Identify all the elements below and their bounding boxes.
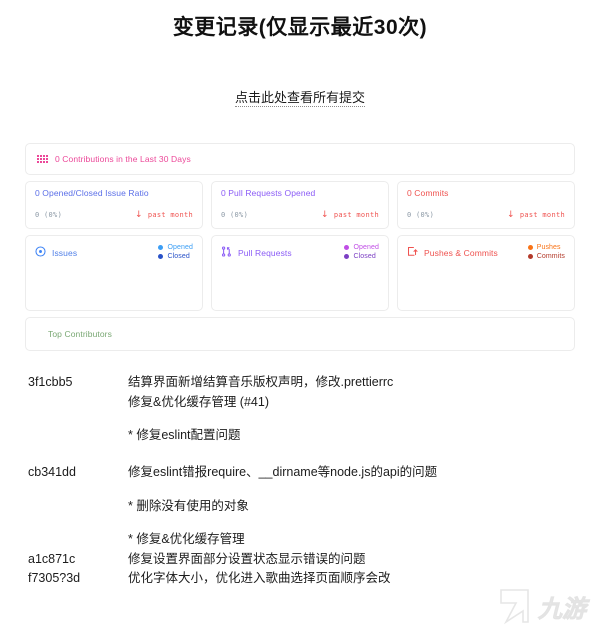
commit-message-line: 修复&优化缓存管理 (#41) xyxy=(128,394,269,409)
chart-card-issues[interactable]: Issues Opened Closed xyxy=(25,235,203,312)
legend-item: Commits xyxy=(527,253,565,261)
commit-message: 优化字体大小，优化进入歌曲选择页面顺序会改 xyxy=(128,569,600,588)
legend-dot-icon xyxy=(344,254,350,260)
chart-card-pull-requests[interactable]: Pull Requests Opened Closed xyxy=(211,235,389,312)
chart-card-row: Issues Opened Closed Pull Requests Opene… xyxy=(25,235,575,312)
chart-header: Pull Requests xyxy=(221,244,292,262)
commit-message: 结算界面新增结算音乐版权声明，修改.prettierrc 修复&优化缓存管理 (… xyxy=(128,373,600,412)
commit-message-line: 结算界面新增结算音乐版权声明，修改.prettierrc xyxy=(128,375,394,390)
stat-delta: 0 (0%) xyxy=(35,211,63,220)
commit-row[interactable]: a1c871c 修复设置界面部分设置状态显示错误的问题 xyxy=(28,550,600,569)
stat-trend-label: past month xyxy=(333,211,379,220)
commit-message: 修复eslint错报require、__dirname等node.js的api的… xyxy=(128,463,600,482)
stat-trend-label: past month xyxy=(147,211,193,220)
commit-message-line: 修复eslint错报require、__dirname等node.js的api的… xyxy=(128,465,438,480)
watermark-jiuyou-logo: 九游 xyxy=(492,581,596,631)
commit-subline: * 修复&优化缓存管理 xyxy=(128,532,245,547)
stat-trend-label: past month xyxy=(519,211,565,220)
legend-item: Pushes xyxy=(527,244,565,252)
stat-trend: ↓ past month xyxy=(507,209,565,220)
stat-footer: 0 (0%) ↓ past month xyxy=(35,209,193,220)
stat-card-issue-ratio[interactable]: 0 Opened/Closed Issue Ratio 0 (0%) ↓ pas… xyxy=(25,181,203,230)
stat-footer: 0 (0%) ↓ past month xyxy=(407,209,565,220)
commit-hash[interactable]: f7305?3d xyxy=(28,569,128,588)
commit-log: 3f1cbb5 结算界面新增结算音乐版权声明，修改.prettierrc 修复&… xyxy=(0,373,600,588)
legend-label: Pushes xyxy=(536,244,561,252)
commit-hash[interactable]: a1c871c xyxy=(28,550,128,569)
chart-title: Issues xyxy=(52,248,78,259)
commit-subline: * 删除没有使用的对象 xyxy=(128,498,249,513)
legend-item: Closed xyxy=(158,253,193,260)
git-pull-request-icon xyxy=(221,244,232,262)
stat-delta: 0 (0%) xyxy=(407,211,435,220)
chart-card-pushes-commits[interactable]: Pushes & Commits Pushes Commits xyxy=(397,235,575,312)
view-all-commits-link[interactable]: 点击此处查看所有提交 xyxy=(234,90,365,108)
commit-hash[interactable]: cb341dd xyxy=(28,463,128,482)
commit-hash[interactable]: 3f1cbb5 xyxy=(28,373,128,392)
legend-label: Commits xyxy=(536,253,565,261)
stat-card-commits[interactable]: 0 Commits 0 (0%) ↓ past month xyxy=(397,181,575,230)
top-contributors-label: Top Contributors xyxy=(48,329,112,340)
stat-title: 0 Pull Requests Opened xyxy=(221,188,316,199)
legend-label: Opened xyxy=(167,244,193,252)
stat-title: 0 Opened/Closed Issue Ratio xyxy=(35,188,149,199)
chart-title: Pushes & Commits xyxy=(424,248,498,259)
trend-down-icon: ↓ xyxy=(321,209,329,220)
legend-dot-icon xyxy=(158,245,164,251)
legend-dot-icon xyxy=(344,245,350,251)
legend-label: Closed xyxy=(353,253,376,261)
legend-item: Opened xyxy=(158,244,193,251)
grid-icon xyxy=(37,154,48,164)
contributions-card: 0 Contributions in the Last 30 Days xyxy=(25,143,575,176)
stat-footer: 0 (0%) ↓ past month xyxy=(221,209,379,220)
trend-down-icon: ↓ xyxy=(507,209,515,220)
issue-opened-icon xyxy=(35,244,46,262)
stat-delta: 0 (0%) xyxy=(221,211,249,220)
contributions-label: 0 Contributions in the Last 30 Days xyxy=(55,154,191,165)
chart-legend: Opened Closed xyxy=(344,244,379,260)
all-commits-link-wrap: 点击此处查看所有提交 xyxy=(0,87,600,108)
legend-label: Opened xyxy=(353,244,379,252)
page-title: 变更记录(仅显示最近30次) xyxy=(172,16,428,39)
stat-card-row: 0 Opened/Closed Issue Ratio 0 (0%) ↓ pas… xyxy=(25,181,575,230)
commit-message-line: 优化字体大小，优化进入歌曲选择页面顺序会改 xyxy=(128,570,391,585)
chart-header: Issues xyxy=(35,244,77,262)
commit-row[interactable]: cb341dd 修复eslint错报require、__dirname等node… xyxy=(28,463,600,482)
repo-push-icon xyxy=(407,244,418,262)
top-contributors-card[interactable]: Top Contributors xyxy=(25,317,575,352)
commit-row[interactable]: 3f1cbb5 结算界面新增结算音乐版权声明，修改.prettierrc 修复&… xyxy=(28,373,600,412)
stat-title: 0 Commits xyxy=(407,188,449,199)
stat-trend: ↓ past month xyxy=(321,209,379,220)
legend-dot-icon xyxy=(158,254,164,260)
chart-header: Pushes & Commits xyxy=(407,244,498,262)
commit-message: 修复设置界面部分设置状态显示错误的问题 xyxy=(128,550,600,569)
legend-dot-icon xyxy=(527,245,533,251)
chart-legend: Pushes Commits xyxy=(527,244,565,261)
legend-item: Closed xyxy=(344,253,379,260)
metrics-panel: 0 Contributions in the Last 30 Days 0 Op… xyxy=(25,143,575,352)
svg-text:九游: 九游 xyxy=(537,596,590,623)
legend-dot-icon xyxy=(527,254,533,260)
legend-label: Closed xyxy=(167,253,190,261)
chart-legend: Opened Closed xyxy=(158,244,193,260)
commit-subline: * 修复eslint配置问题 xyxy=(128,428,241,443)
commit-row[interactable]: f7305?3d 优化字体大小，优化进入歌曲选择页面顺序会改 xyxy=(28,569,600,588)
stat-card-pull-requests-opened[interactable]: 0 Pull Requests Opened 0 (0%) ↓ past mon… xyxy=(211,181,389,230)
commit-message-line: 修复设置界面部分设置状态显示错误的问题 xyxy=(128,551,366,566)
legend-item: Opened xyxy=(344,244,379,251)
chart-title: Pull Requests xyxy=(238,248,292,259)
trend-down-icon: ↓ xyxy=(135,209,143,220)
stat-trend: ↓ past month xyxy=(135,209,193,220)
